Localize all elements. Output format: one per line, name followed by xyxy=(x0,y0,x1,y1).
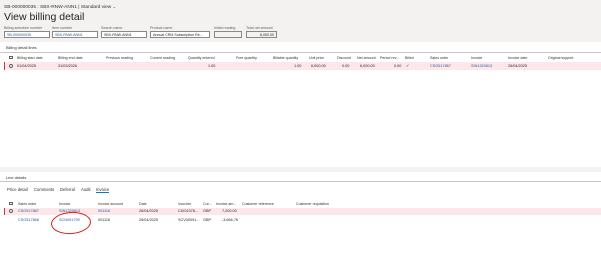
col-date[interactable]: Date xyxy=(139,202,147,206)
checkmark-icon: ✓ xyxy=(406,64,410,69)
product-name-field[interactable]: Annual CRM Subscription Re... xyxy=(150,31,210,38)
cell-currency: GBP xyxy=(203,209,212,213)
field-label-product-name: Product name xyxy=(150,26,173,30)
field-label-initial-reading: Initial reading xyxy=(214,26,236,30)
col-sales-order[interactable]: Sales order xyxy=(430,56,448,60)
cell-invoice[interactable]: SIN1329813 xyxy=(471,64,492,68)
cell-sales-order[interactable]: CSO517867 xyxy=(430,64,451,68)
item-number-field[interactable]: SBX-RNW-ANN1 xyxy=(52,31,98,38)
tab-audit[interactable]: Audit xyxy=(81,187,91,192)
line-details-title: Line details xyxy=(6,175,27,180)
cell-invoice-amount: 7,200.00 xyxy=(222,209,237,213)
cell-currency: GBP xyxy=(203,217,212,222)
search-name-field[interactable]: SBX-RNW-ANN1 xyxy=(101,31,147,38)
col-billable-quantity[interactable]: Billable quantity xyxy=(273,56,298,60)
tab-deferral[interactable]: Deferral xyxy=(60,187,75,192)
col-unit-price[interactable]: Unit price xyxy=(309,56,324,60)
col-current-reading[interactable]: Current reading xyxy=(150,56,175,60)
divider xyxy=(0,181,601,182)
col-net-amount[interactable]: Net amount xyxy=(357,56,376,60)
billing-detail-lines-section: Billing detail lines Billing start date … xyxy=(0,42,601,167)
cell-sales-order[interactable]: CSO517868 xyxy=(18,218,39,222)
page-title: View billing detail xyxy=(4,11,85,23)
breadcrumb[interactable]: SB-000000035 : SBX-RNW-ANN1 | Standard v… xyxy=(4,4,116,10)
select-all-checkbox[interactable] xyxy=(9,55,13,59)
initial-reading-field[interactable] xyxy=(214,31,242,38)
col-free-quantity[interactable]: Free quantity xyxy=(236,56,257,60)
cell-date: 26/04/2025 xyxy=(139,217,159,222)
col-previous-reading[interactable]: Previous reading xyxy=(106,56,133,60)
field-label-billing-schedule: Billing schedule number xyxy=(4,26,43,30)
table-row[interactable] xyxy=(4,207,601,215)
row-select-radio[interactable] xyxy=(9,64,13,68)
field-label-item-number: Item number xyxy=(52,26,73,30)
cell-sales-order[interactable]: CSO517867 xyxy=(18,209,39,213)
tab-invoice[interactable]: Invoice xyxy=(96,187,110,193)
col-invoice-account[interactable]: Invoice account xyxy=(98,202,123,206)
billing-detail-lines-title: Billing detail lines xyxy=(6,45,37,50)
col-period-rev[interactable]: Period rev... xyxy=(380,56,399,60)
tab-price-detail[interactable]: Price detail xyxy=(7,187,28,192)
col-invoice-date[interactable]: Invoice date xyxy=(508,56,527,60)
col-currency[interactable]: Cur... xyxy=(203,202,212,206)
cell-billable-quantity: 1.00 xyxy=(294,63,302,68)
cell-unit-price: 6,000.00 xyxy=(311,63,326,68)
col-quantity-entered[interactable]: Quantity entered xyxy=(188,56,215,60)
cell-quantity-entered: 1.00 xyxy=(208,63,216,68)
tab-comments[interactable]: Comments xyxy=(34,187,54,192)
col-invoice[interactable]: Invoice xyxy=(471,56,482,60)
col-customer-reference[interactable]: Customer reference xyxy=(242,202,274,206)
cell-period-rev: 0.00 xyxy=(394,63,402,68)
cell-billing-start-date[interactable]: 01/04/2025 xyxy=(17,64,36,68)
col-billing-end-date[interactable]: Billing end date xyxy=(58,56,83,60)
col-billing-start-date[interactable]: Billing start date xyxy=(17,56,43,60)
field-label-search-name: Search name xyxy=(101,26,123,30)
cell-invoice-amount: -3,666.76 xyxy=(222,217,239,222)
cell-invoice-account[interactable]: 001116 xyxy=(98,218,110,222)
select-all-checkbox[interactable] xyxy=(9,201,13,205)
chevron-down-icon[interactable]: ⌄ xyxy=(113,4,116,9)
cell-invoice-account[interactable]: 001116 xyxy=(98,209,110,213)
cell-voucher: CIV01378... xyxy=(178,209,199,213)
billing-schedule-field[interactable]: SB-000000035 xyxy=(4,31,50,38)
cell-voucher: SCV00091... xyxy=(178,217,200,222)
col-invoice-amount[interactable]: Invoice am... xyxy=(216,202,236,206)
total-net-amount-field: 6,000.00 xyxy=(246,31,277,38)
field-label-total-net-amount: Total net amount xyxy=(246,26,273,30)
col-discount[interactable]: Discount xyxy=(337,56,351,60)
col-billed[interactable]: Billed xyxy=(405,56,414,60)
cell-billing-end-date[interactable]: 31/03/2026 xyxy=(58,64,77,68)
cell-invoice-date: 26/04/2025 xyxy=(508,63,528,68)
cell-discount: 0.00 xyxy=(342,63,350,68)
col-voucher[interactable]: Voucher xyxy=(178,202,191,206)
cell-date: 26/04/2025 xyxy=(139,209,159,213)
breadcrumb-text: SB-000000035 : SBX-RNW-ANN1 | Standard v… xyxy=(4,5,112,10)
col-original-support[interactable]: Original support xyxy=(548,56,573,60)
divider xyxy=(0,52,601,53)
col-invoice[interactable]: Invoice xyxy=(59,202,70,206)
cell-net-amount: 6,000.00 xyxy=(360,63,375,68)
col-customer-requisition[interactable]: Customer requisition xyxy=(296,202,329,206)
line-details-section: Line details Price detail Comments Defer… xyxy=(0,172,601,262)
col-sales-order[interactable]: Sales order xyxy=(18,202,36,206)
